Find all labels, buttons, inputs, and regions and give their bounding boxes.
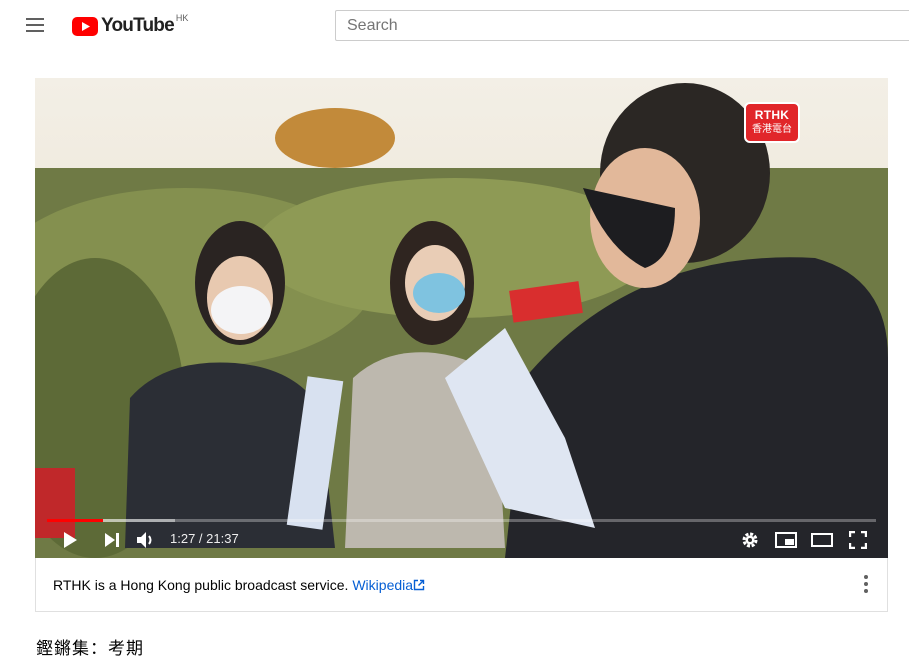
info-panel-text: RTHK is a Hong Kong public broadcast ser… (53, 577, 413, 593)
external-link-icon[interactable] (413, 579, 425, 591)
watermark-subtext: 香港電台 (752, 124, 792, 135)
volume-icon (137, 532, 152, 548)
info-panel: RTHK is a Hong Kong public broadcast ser… (35, 558, 888, 612)
info-description: RTHK is a Hong Kong public broadcast ser… (53, 577, 349, 593)
time-display: 1:27 / 21:37 (170, 531, 239, 546)
settings-button[interactable] (738, 527, 762, 553)
rthk-watermark: RTHK 香港電台 (744, 102, 800, 143)
wikipedia-link[interactable]: Wikipedia (352, 577, 413, 593)
settings-icon (742, 532, 758, 548)
mute-button[interactable] (134, 527, 158, 553)
video-frame (35, 78, 888, 558)
play-button[interactable] (59, 527, 81, 553)
miniplayer-icon (775, 532, 797, 548)
watermark-text: RTHK (754, 108, 790, 122)
logo-wordmark: YouTube (101, 15, 175, 36)
menu-button[interactable] (22, 12, 50, 40)
next-button[interactable] (101, 527, 123, 553)
video-title: 鏗鏘集：考期 (36, 639, 144, 659)
fullscreen-icon (849, 531, 867, 549)
play-icon (64, 532, 77, 548)
fullscreen-button[interactable] (846, 527, 870, 553)
theater-mode-icon (811, 533, 833, 547)
progress-bar[interactable] (47, 519, 876, 522)
youtube-logo[interactable]: YouTube HK (72, 13, 189, 38)
miniplayer-button[interactable] (774, 527, 798, 553)
next-icon (105, 533, 119, 547)
progress-played (47, 519, 103, 522)
more-options-button[interactable] (862, 573, 870, 595)
search-input[interactable] (335, 10, 909, 41)
country-code: HK (175, 13, 189, 23)
video-player[interactable]: RTHK 香港電台 1:27 / 21:37 (35, 78, 888, 558)
masthead: YouTube HK (0, 0, 909, 52)
theater-mode-button[interactable] (810, 527, 834, 553)
youtube-logo-icon (72, 16, 98, 36)
